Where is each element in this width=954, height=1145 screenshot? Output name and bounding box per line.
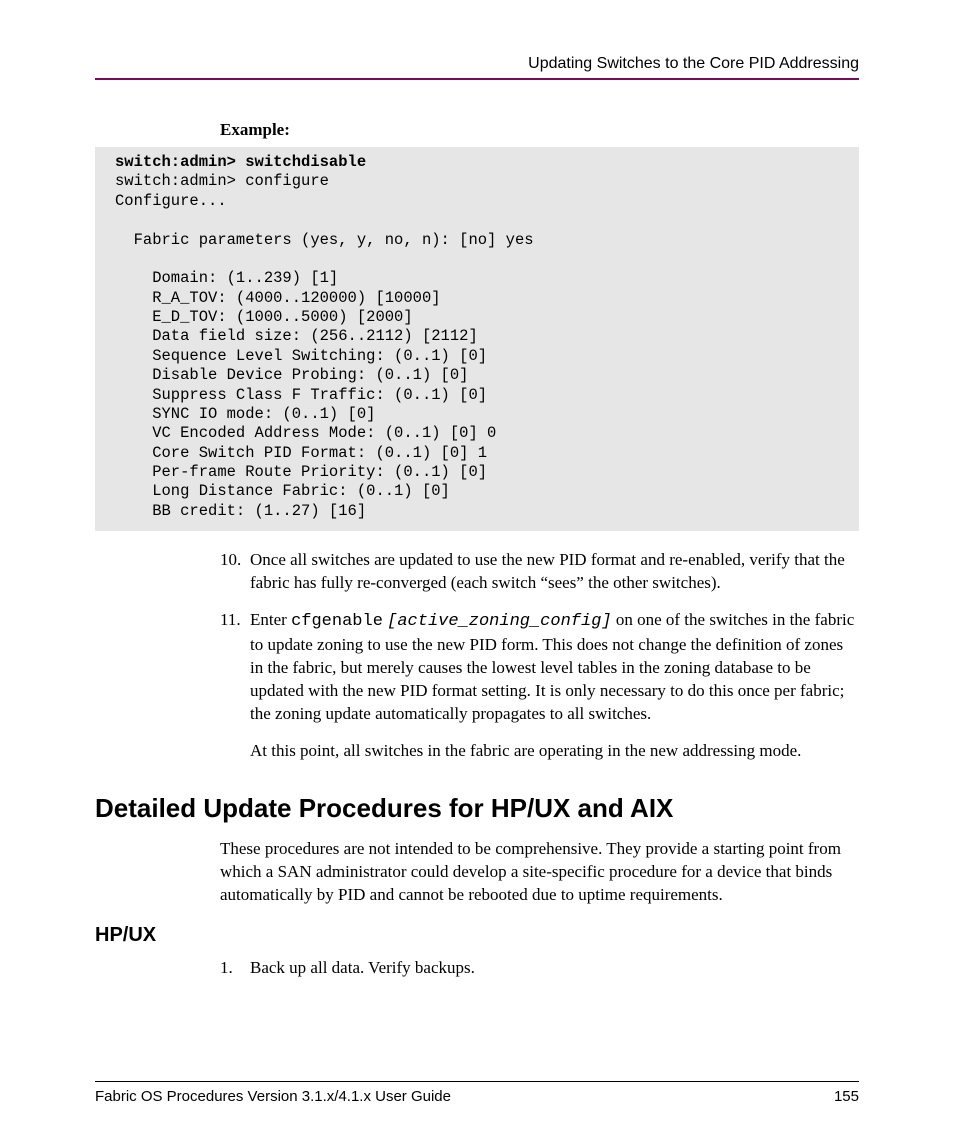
step-10: 10. Once all switches are updated to use… <box>220 549 859 595</box>
code-bold-line: switch:admin> switchdisable <box>115 153 366 171</box>
step-lead: Enter <box>250 610 291 629</box>
step-11: 11. Enter cfgenable [active_zoning_confi… <box>220 609 859 726</box>
hpux-step-1: 1. Back up all data. Verify backups. <box>220 957 859 980</box>
step-11-followup: At this point, all switches in the fabri… <box>250 740 859 763</box>
section-heading-detailed-update: Detailed Update Procedures for HP/UX and… <box>95 793 859 824</box>
step-text: Enter cfgenable [active_zoning_config] o… <box>250 609 859 726</box>
footer-page-number: 155 <box>834 1088 859 1105</box>
step-text: Back up all data. Verify backups. <box>250 957 859 980</box>
footer-rule <box>95 1081 859 1082</box>
page-footer: Fabric OS Procedures Version 3.1.x/4.1.x… <box>95 1081 859 1105</box>
example-label: Example: <box>220 120 859 140</box>
section-intro-paragraph: These procedures are not intended to be … <box>220 838 859 907</box>
step-number: 1. <box>220 957 250 980</box>
ordered-steps: 10. Once all switches are updated to use… <box>220 549 859 763</box>
inline-code-cfgenable: cfgenable <box>291 612 383 631</box>
inline-code-arg: [active_zoning_config] <box>387 612 611 631</box>
subheading-hpux: HP/UX <box>95 924 859 947</box>
header-rule <box>95 78 859 80</box>
hpux-steps: 1. Back up all data. Verify backups. <box>220 957 859 980</box>
step-number: 10. <box>220 549 250 595</box>
code-example-block: switch:admin> switchdisable switch:admin… <box>95 147 859 531</box>
footer-guide-title: Fabric OS Procedures Version 3.1.x/4.1.x… <box>95 1088 451 1105</box>
code-body: switch:admin> configure Configure... Fab… <box>115 172 534 519</box>
header-chapter-title: Updating Switches to the Core PID Addres… <box>95 55 859 73</box>
step-text: Once all switches are updated to use the… <box>250 549 859 595</box>
step-number: 11. <box>220 609 250 726</box>
